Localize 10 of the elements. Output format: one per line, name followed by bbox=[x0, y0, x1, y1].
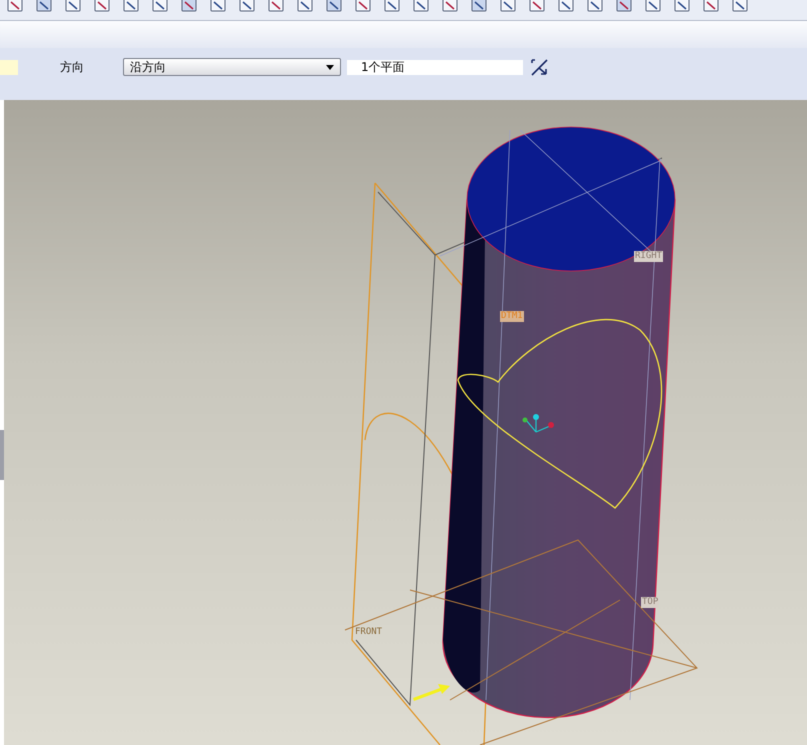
datum-label: FRONT bbox=[354, 627, 384, 638]
flip-arrows-icon[interactable] bbox=[531, 58, 548, 76]
coordinate-system-icon bbox=[522, 414, 554, 433]
datum-label: DTM1 bbox=[500, 311, 524, 322]
datum-label: RIGHT bbox=[634, 251, 664, 262]
input-field[interactable] bbox=[0, 60, 18, 74]
direction-label: 方向 bbox=[60, 58, 85, 76]
direction-dropdown[interactable]: 沿方向 bbox=[123, 58, 341, 76]
datum-label: TOP bbox=[641, 597, 660, 608]
reference-field[interactable]: 1个平面 bbox=[347, 60, 523, 74]
